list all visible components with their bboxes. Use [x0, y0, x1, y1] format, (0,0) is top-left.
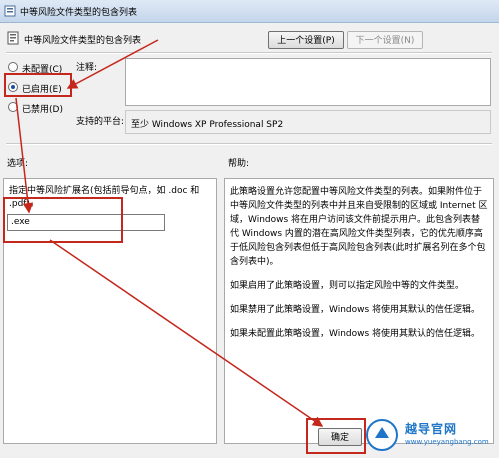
policy-settings-icon	[4, 5, 16, 17]
disabled-radio[interactable]	[8, 102, 18, 112]
window-title: 中等风险文件类型的包含列表	[20, 8, 138, 18]
comment-label: 注释:	[76, 63, 98, 73]
title-bar: 中等风险文件类型的包含列表	[0, 0, 499, 23]
supported-platform-box: 至少 Windows XP Professional SP2	[125, 110, 491, 134]
site-watermark: 越导官网 www.yueyangbang.com	[365, 418, 495, 452]
help-paragraph: 如果启用了此策略设置，则可以指定风险中等的文件类型。	[230, 281, 465, 291]
supported-platform-value: 至少 Windows XP Professional SP2	[131, 120, 284, 130]
not-configured-radio[interactable]	[8, 62, 18, 72]
help-paragraph: 如果未配置此策略设置，Windows 将使用其默认的信任逻辑。	[230, 329, 481, 339]
options-label: 选项:	[7, 159, 29, 169]
help-paragraph: 此策略设置允许您配置中等风险文件类型的列表。如果附件位于中等风险文件类型的列表中…	[230, 187, 488, 267]
header-divider	[6, 52, 492, 54]
disabled-label: 已禁用(D)	[22, 105, 63, 115]
setting-icon	[7, 31, 19, 45]
setting-name: 中等风险文件类型的包含列表	[24, 36, 142, 46]
watermark-brand: 越导官网	[405, 422, 458, 436]
help-paragraph: 如果禁用了此策略设置，Windows 将使用其默认的信任逻辑。	[230, 305, 481, 315]
ok-highlight-box	[306, 418, 366, 454]
watermark-url: www.yueyangbang.com	[405, 438, 489, 446]
help-label: 帮助:	[228, 159, 250, 169]
help-panel: 此策略设置允许您配置中等风险文件类型的列表。如果附件位于中等风险文件类型的列表中…	[224, 178, 494, 444]
comment-textarea[interactable]	[125, 58, 491, 106]
input-highlight-box	[3, 197, 123, 243]
watermark-logo-icon	[366, 419, 398, 451]
help-text: 此策略设置允许您配置中等风险文件类型的列表。如果附件位于中等风险文件类型的列表中…	[230, 185, 488, 341]
supported-platform-label: 支持的平台:	[76, 117, 125, 127]
previous-setting-button[interactable]: 上一个设置(P)	[268, 31, 344, 49]
enabled-highlight-box	[4, 73, 72, 97]
next-setting-button[interactable]: 下一个设置(N)	[347, 31, 423, 49]
section-divider	[6, 143, 492, 145]
